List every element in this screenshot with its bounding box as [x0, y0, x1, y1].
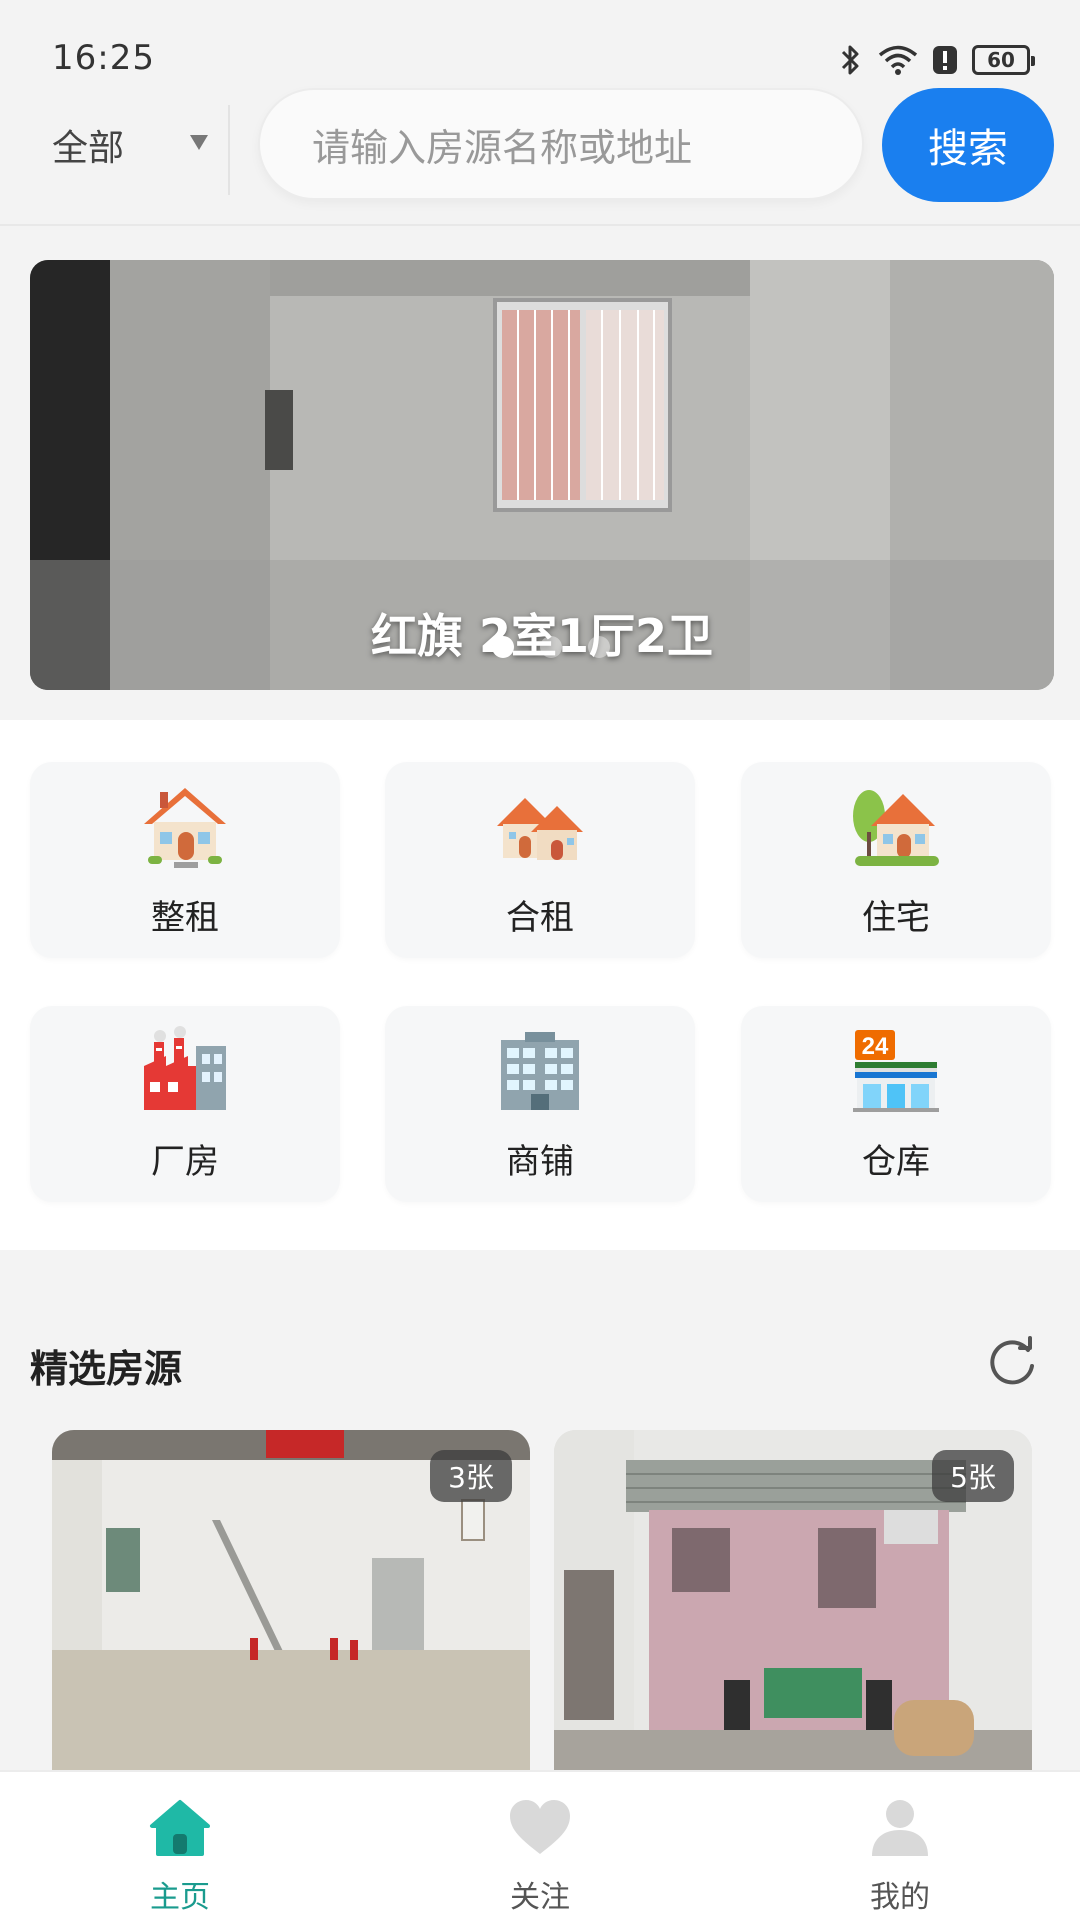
category-shared-rent[interactable]: 合租 — [385, 762, 695, 958]
carousel-dot[interactable] — [588, 636, 610, 658]
category-label: 仓库 — [862, 1142, 930, 1182]
category-label: 合租 — [506, 898, 574, 938]
status-icons: 60 — [838, 40, 1035, 80]
house-garden-icon — [853, 790, 939, 866]
houses-icon — [497, 798, 583, 860]
category-shop[interactable]: 商铺 — [385, 1006, 695, 1202]
nav-label: 关注 — [510, 1880, 570, 1915]
carousel-dot[interactable] — [540, 636, 562, 658]
listing-card[interactable]: 5张 — [554, 1430, 1032, 1770]
status-bar: 16:25 60 — [0, 0, 1080, 80]
region-label: 全部 — [52, 128, 125, 169]
nav-home[interactable]: 主页 — [80, 1772, 280, 1920]
nav-label: 主页 — [150, 1880, 210, 1915]
nav-favorites[interactable]: 关注 — [440, 1772, 640, 1920]
carousel-dot-active[interactable] — [492, 636, 514, 658]
section-title: 精选房源 — [30, 1347, 183, 1391]
listing-card[interactable]: 3张 — [52, 1430, 530, 1770]
home-icon — [150, 1800, 210, 1856]
bluetooth-icon — [841, 45, 859, 75]
category-grid: 整租 合租 住宅 厂房 商铺 24 仓库 — [0, 720, 1080, 1250]
category-label: 住宅 — [862, 898, 930, 938]
search-input[interactable]: 请输入房源名称或地址 — [258, 88, 864, 200]
office-building-icon — [501, 1032, 579, 1110]
user-icon — [872, 1800, 928, 1856]
category-factory[interactable]: 厂房 — [30, 1006, 340, 1202]
dropdown-arrow-icon — [190, 135, 208, 150]
category-warehouse[interactable]: 24 仓库 — [741, 1006, 1051, 1202]
house-icon — [144, 788, 226, 868]
category-whole-rent[interactable]: 整租 — [30, 762, 340, 958]
wifi-icon — [878, 45, 918, 75]
alert-icon — [933, 46, 957, 74]
home-screen: 16:25 60 全部 请输入房源名称或地址 搜索 红旗 2室1厅2卫 整租 合… — [0, 0, 1080, 1920]
category-label: 整租 — [151, 898, 219, 938]
search-button[interactable]: 搜索 — [882, 88, 1054, 202]
status-time: 16:25 — [52, 38, 155, 78]
carousel-indicator — [492, 636, 610, 658]
nav-label: 我的 — [870, 1880, 930, 1915]
category-label: 商铺 — [506, 1142, 574, 1182]
bottom-navigation: 主页 关注 我的 — [0, 1770, 1080, 1920]
factory-icon — [144, 1026, 226, 1110]
category-residential[interactable]: 住宅 — [741, 762, 1051, 958]
category-label: 厂房 — [151, 1142, 219, 1182]
nav-profile[interactable]: 我的 — [800, 1772, 1000, 1920]
heart-icon — [510, 1800, 570, 1854]
header-divider — [0, 224, 1080, 226]
photo-count-badge: 5张 — [932, 1450, 1014, 1502]
region-dropdown[interactable]: 全部 — [52, 115, 208, 175]
battery-level: 60 — [987, 48, 1015, 72]
convenience-store-icon: 24 — [853, 1030, 939, 1112]
divider — [228, 105, 230, 195]
banner-carousel[interactable]: 红旗 2室1厅2卫 — [30, 260, 1054, 690]
svg-text:24: 24 — [862, 1033, 889, 1060]
search-bar: 全部 请输入房源名称或地址 搜索 — [0, 85, 1080, 205]
photo-count-badge: 3张 — [430, 1450, 512, 1502]
battery-icon: 60 — [972, 45, 1035, 75]
refresh-icon[interactable] — [984, 1334, 1040, 1390]
